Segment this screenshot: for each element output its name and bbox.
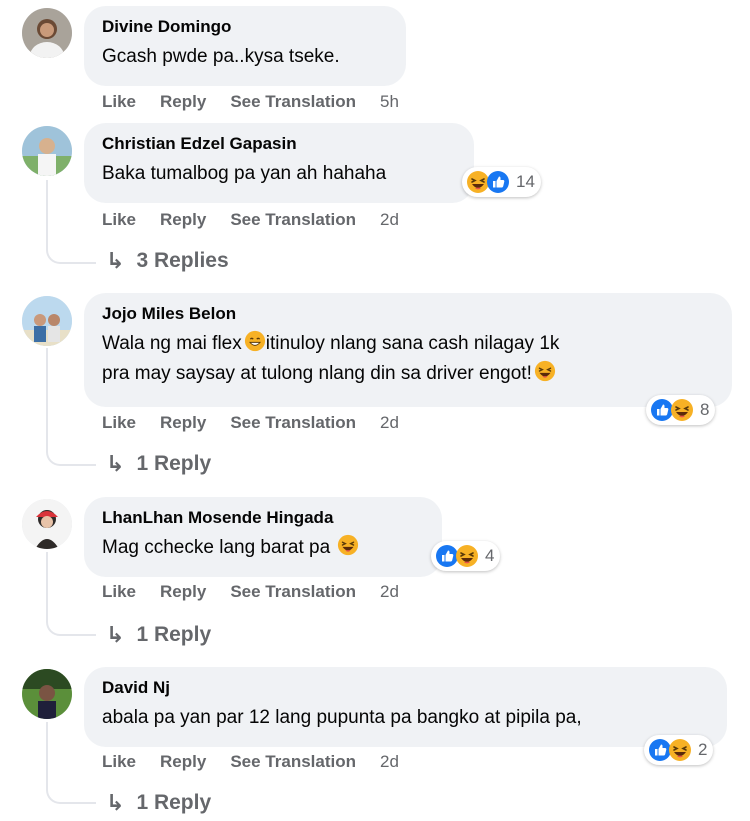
comment-timestamp[interactable]: 2d <box>380 582 399 602</box>
comment-bubble: David Nj abala pa yan par 12 lang pupunt… <box>84 667 727 747</box>
reply-button[interactable]: Reply <box>160 413 206 433</box>
like-button[interactable]: Like <box>102 92 136 112</box>
comment-actions: Like Reply See Translation 5h <box>102 92 423 112</box>
like-button[interactable]: Like <box>102 582 136 602</box>
reaction-count: 4 <box>485 546 495 565</box>
comment-author[interactable]: Divine Domingo <box>102 16 388 38</box>
reply-button[interactable]: Reply <box>160 752 206 772</box>
reply-arrow-icon: ↳ <box>106 622 125 647</box>
reaction-count: 8 <box>700 400 710 419</box>
reply-button[interactable]: Reply <box>160 210 206 230</box>
like-icon <box>486 170 510 194</box>
comment-bubble: LhanLhan Mosende Hingada Mag cchecke lan… <box>84 497 442 577</box>
view-replies-link[interactable]: ↳ 1 Reply <box>106 622 211 648</box>
comment-author[interactable]: Christian Edzel Gapasin <box>102 133 456 155</box>
comment-bubble: Jojo Miles Belon Wala ng mai flex itinulo… <box>84 293 732 407</box>
avatar[interactable] <box>22 296 72 346</box>
reply-button[interactable]: Reply <box>160 582 206 602</box>
comment-actions: Like Reply See Translation 2d <box>102 413 423 433</box>
comment-text: abala pa yan par 12 lang pupunta pa bang… <box>102 707 582 728</box>
see-translation-button[interactable]: See Translation <box>230 210 356 230</box>
replies-count-label: 3 Replies <box>136 249 229 272</box>
see-translation-button[interactable]: See Translation <box>230 582 356 602</box>
reaction-summary[interactable]: 8 <box>646 395 716 425</box>
reply-arrow-icon: ↳ <box>106 248 125 273</box>
see-translation-button[interactable]: See Translation <box>230 92 356 112</box>
comment-actions: Like Reply See Translation 2d <box>102 752 423 772</box>
comment-timestamp[interactable]: 2d <box>380 752 399 772</box>
view-replies-link[interactable]: ↳ 1 Reply <box>106 790 211 816</box>
comment-author[interactable]: David Nj <box>102 677 709 699</box>
comment-bubble: Divine Domingo Gcash pwde pa..kysa tseke… <box>84 6 406 86</box>
comment-text: Mag cchecke lang barat pa <box>102 533 424 563</box>
comment-text: Baka tumalbog pa yan ah hahaha <box>102 163 387 184</box>
reply-button[interactable]: Reply <box>160 92 206 112</box>
reply-arrow-icon: ↳ <box>106 451 125 476</box>
like-button[interactable]: Like <box>102 752 136 772</box>
replies-count-label: 1 Reply <box>136 791 212 814</box>
laughing-emoji-icon <box>534 360 556 382</box>
comment-timestamp[interactable]: 5h <box>380 92 399 112</box>
comment-bubble: Christian Edzel Gapasin Baka tumalbog pa… <box>84 123 474 203</box>
grinning-emoji-icon <box>244 330 266 352</box>
reaction-count: 2 <box>698 740 708 759</box>
replies-count-label: 1 Reply <box>136 623 212 646</box>
see-translation-button[interactable]: See Translation <box>230 413 356 433</box>
avatar[interactable] <box>22 669 72 719</box>
like-button[interactable]: Like <box>102 413 136 433</box>
comment-text: Wala ng mai flex itinuloy nlang sana cash… <box>102 329 714 389</box>
view-replies-link[interactable]: ↳ 3 Replies <box>106 248 229 274</box>
haha-icon <box>455 544 479 568</box>
comment-author[interactable]: LhanLhan Mosende Hingada <box>102 507 424 529</box>
reply-arrow-icon: ↳ <box>106 790 125 815</box>
comment-author[interactable]: Jojo Miles Belon <box>102 303 714 325</box>
reaction-count: 14 <box>516 172 535 191</box>
view-replies-link[interactable]: ↳ 1 Reply <box>106 451 211 477</box>
comment-text: Gcash pwde pa..kysa tseke. <box>102 46 340 67</box>
haha-icon <box>670 398 694 422</box>
like-button[interactable]: Like <box>102 210 136 230</box>
see-translation-button[interactable]: See Translation <box>230 752 356 772</box>
replies-count-label: 1 Reply <box>136 452 212 475</box>
comment-timestamp[interactable]: 2d <box>380 210 399 230</box>
avatar[interactable] <box>22 499 72 549</box>
comment-timestamp[interactable]: 2d <box>380 413 399 433</box>
reaction-summary[interactable]: 14 <box>462 167 541 197</box>
comment-actions: Like Reply See Translation 2d <box>102 582 423 602</box>
reaction-summary[interactable]: 2 <box>644 735 714 765</box>
reaction-summary[interactable]: 4 <box>431 541 501 571</box>
comment-actions: Like Reply See Translation 2d <box>102 210 423 230</box>
haha-icon <box>668 738 692 762</box>
avatar[interactable] <box>22 8 72 58</box>
laughing-emoji-icon <box>337 534 359 556</box>
avatar[interactable] <box>22 126 72 176</box>
